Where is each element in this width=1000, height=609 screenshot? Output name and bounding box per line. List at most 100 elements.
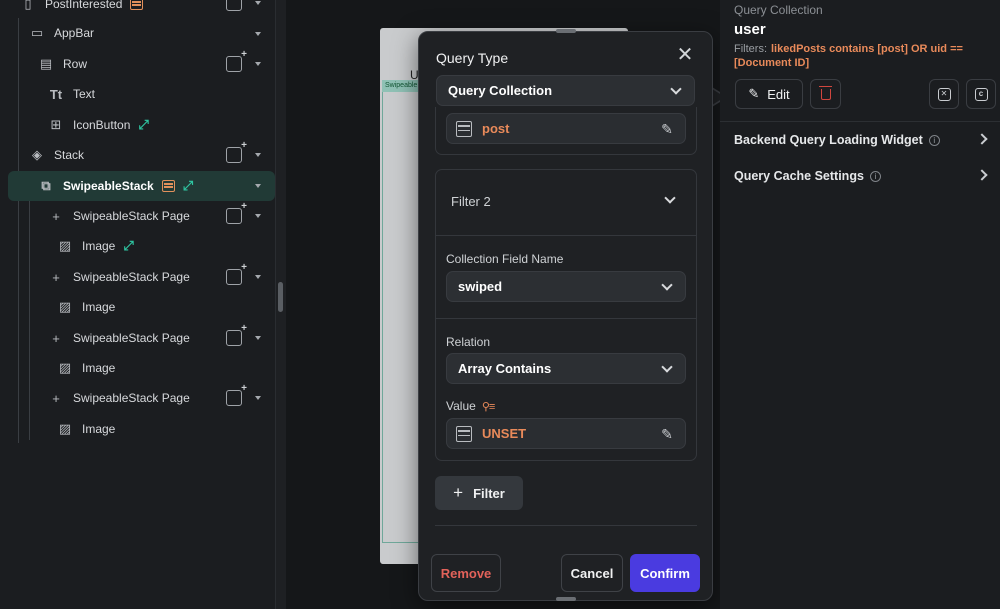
- scrollbar-thumb[interactable]: [278, 282, 283, 312]
- database-icon: [161, 180, 175, 192]
- row-label: Backend Query Loading Widget: [734, 133, 923, 147]
- row-icon: ▤: [39, 56, 53, 71]
- action-flow-icon: ⤢: [138, 117, 149, 132]
- variable-icon[interactable]: ⚲≡: [482, 400, 496, 413]
- tree-item-label: AppBar: [54, 26, 95, 40]
- filters-text: likedPosts contains [post] OR uid == [Do…: [734, 43, 963, 69]
- text-icon: Tt: [49, 86, 63, 102]
- tree-item-label: SwipeableStack Page: [73, 391, 190, 405]
- info-icon[interactable]: i: [869, 170, 881, 182]
- dropdown-value: Array Contains: [458, 361, 552, 376]
- collection-name: user: [734, 21, 766, 38]
- action-flow-icon: ⤢: [123, 238, 134, 253]
- tree-item-swipeablestack-page[interactable]: + SwipeableStack Page: [48, 384, 190, 412]
- database-icon: [130, 0, 144, 10]
- relation-dropdown[interactable]: Array Contains: [446, 353, 686, 384]
- tree-item-label: Stack: [54, 148, 85, 162]
- expand-caret-icon[interactable]: [255, 1, 261, 5]
- chevron-down-icon[interactable]: [664, 192, 676, 204]
- clear-icon: ✕: [937, 87, 951, 101]
- tree-item-swipeablestack[interactable]: ⧉ SwipeableStack ⤢: [38, 172, 193, 200]
- cancel-button[interactable]: Cancel: [561, 554, 623, 592]
- field-name-label: Collection Field Name: [446, 252, 564, 266]
- tree-item-text[interactable]: Tt Text: [48, 80, 95, 108]
- trash-icon: [818, 85, 832, 100]
- expand-caret-icon[interactable]: [255, 184, 261, 188]
- expand-caret-icon[interactable]: [255, 32, 261, 36]
- divider: [436, 235, 696, 236]
- query-type-dropdown[interactable]: Query Collection: [436, 75, 695, 106]
- tree-scrollbar[interactable]: [276, 0, 286, 609]
- add-child-icon[interactable]: [226, 323, 247, 346]
- add-filter-button[interactable]: + Filter: [435, 476, 523, 510]
- tree-item-image[interactable]: ▨ Image: [57, 354, 116, 382]
- image-icon: ▨: [58, 299, 72, 314]
- row-label: Query Cache Settings: [734, 169, 864, 183]
- tree-item-label: SwipeableStack Page: [73, 270, 190, 284]
- close-icon[interactable]: ✕: [674, 44, 696, 66]
- query-cache-settings-row[interactable]: Query Cache Settings i: [720, 158, 1000, 194]
- edit-button[interactable]: ✎ Edit: [735, 79, 803, 109]
- database-icon: [456, 425, 472, 442]
- tree-item-image[interactable]: ▨ Image: [57, 293, 116, 321]
- dropdown-value: Query Collection: [448, 83, 553, 98]
- add-child-icon[interactable]: [226, 49, 247, 72]
- tree-item-postinterested[interactable]: ▯ PostInterested: [20, 0, 144, 18]
- drag-handle[interactable]: [556, 597, 576, 601]
- add-child-icon[interactable]: [226, 140, 247, 163]
- info-icon[interactable]: i: [928, 134, 940, 146]
- page-icon: ▯: [24, 0, 32, 11]
- expand-caret-icon[interactable]: [255, 214, 261, 218]
- pencil-icon[interactable]: ✎: [659, 426, 675, 442]
- filter-2-card: Filter 2 Collection Field Name swiped Re…: [435, 169, 697, 461]
- value-field[interactable]: UNSET ✎: [446, 418, 686, 449]
- swipeable-selection-tag: Swipeable: [382, 80, 421, 92]
- tree-item-swipeablestack-page[interactable]: + SwipeableStack Page: [48, 263, 190, 291]
- add-child-icon[interactable]: [226, 383, 247, 406]
- collection-value: post: [482, 121, 510, 136]
- icon-button-icon: ⊞: [50, 117, 62, 132]
- plus-icon: +: [52, 330, 60, 346]
- field-name-dropdown[interactable]: swiped: [446, 271, 686, 302]
- collection-field[interactable]: post ✎: [446, 113, 686, 144]
- add-child-icon[interactable]: [226, 262, 247, 285]
- image-icon: ▨: [58, 238, 72, 253]
- tree-item-stack[interactable]: ◈ Stack: [29, 141, 84, 169]
- value-label: Value ⚲≡: [446, 399, 496, 413]
- tree-item-iconbutton[interactable]: ⊞ IconButton ⤢: [48, 111, 149, 139]
- add-child-icon[interactable]: [226, 201, 247, 224]
- tree-guide-line: [18, 18, 19, 443]
- tree-item-label: PostInterested: [45, 0, 123, 11]
- delete-button[interactable]: [810, 79, 841, 109]
- tree-item-swipeablestack-page[interactable]: + SwipeableStack Page: [48, 202, 190, 230]
- tree-item-label: SwipeableStack Page: [73, 209, 190, 223]
- expand-caret-icon[interactable]: [255, 153, 261, 157]
- backend-query-loading-widget-row[interactable]: Backend Query Loading Widget i: [720, 122, 1000, 158]
- tree-item-image[interactable]: ▨ Image: [57, 415, 116, 443]
- expand-caret-icon[interactable]: [255, 336, 261, 340]
- plus-icon: +: [52, 208, 60, 224]
- copy-query-button[interactable]: c: [966, 79, 996, 109]
- remove-button[interactable]: Remove: [431, 554, 501, 592]
- tree-item-swipeablestack-page[interactable]: + SwipeableStack Page: [48, 324, 190, 352]
- chevron-down-icon: [661, 279, 673, 291]
- stack-icon: ◈: [32, 147, 42, 162]
- edit-label: Edit: [767, 86, 790, 102]
- tree-item-appbar[interactable]: ▭ AppBar: [29, 19, 94, 47]
- selection-outline: [382, 92, 383, 542]
- dropdown-value: swiped: [458, 279, 503, 294]
- divider: [435, 525, 697, 526]
- add-child-icon[interactable]: [226, 0, 242, 11]
- add-filter-label: Filter: [473, 485, 505, 501]
- tree-item-label: Image: [82, 239, 116, 253]
- pencil-icon[interactable]: ✎: [659, 121, 675, 137]
- expand-caret-icon[interactable]: [255, 275, 261, 279]
- tree-item-image[interactable]: ▨ Image ⤢: [57, 232, 134, 260]
- expand-caret-icon[interactable]: [255, 396, 261, 400]
- confirm-button[interactable]: Confirm: [630, 554, 700, 592]
- expand-caret-icon[interactable]: [255, 62, 261, 66]
- drag-handle[interactable]: [556, 29, 576, 33]
- tree-item-row[interactable]: ▤ Row: [38, 50, 87, 78]
- clear-query-button[interactable]: ✕: [929, 79, 959, 109]
- chevron-right-icon: [976, 169, 988, 181]
